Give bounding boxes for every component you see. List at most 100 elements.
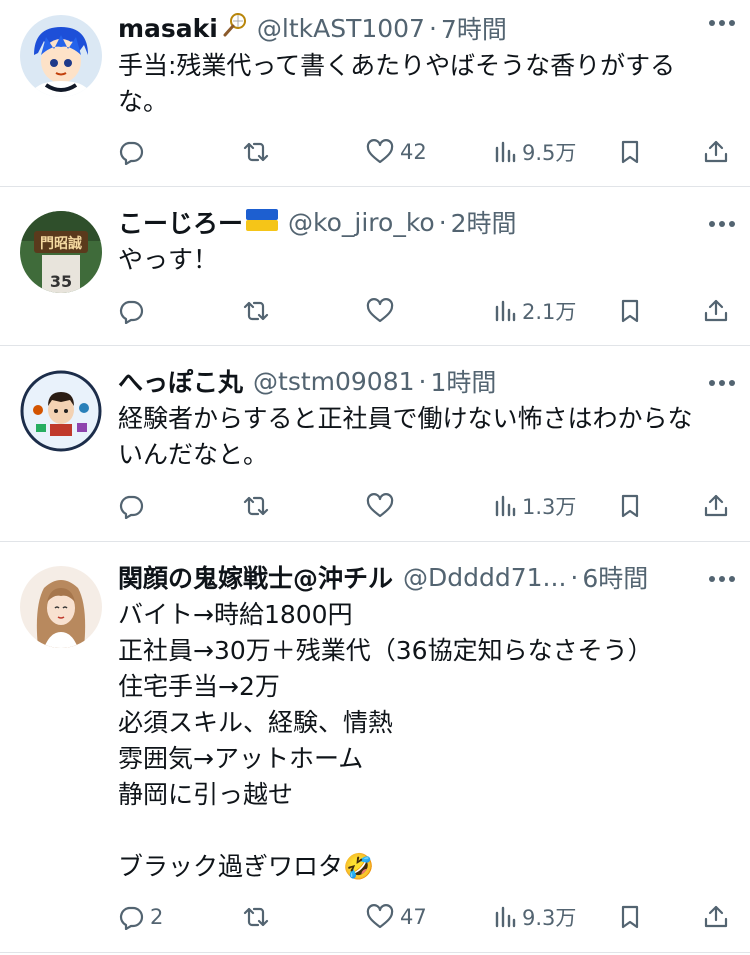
user-handle[interactable]: @tstm09081: [253, 367, 415, 396]
badminton-racket-icon: [221, 12, 247, 44]
analytics-icon: [495, 495, 516, 517]
display-name[interactable]: 関顔の鬼嫁戦士@沖チル: [118, 559, 393, 595]
bookmark-icon: [621, 905, 639, 929]
share-button[interactable]: [703, 486, 729, 526]
separator-dot: ·: [418, 366, 427, 396]
tweet[interactable]: 門昭誠 35 こーじろー @ko_jiro_ko · 2時間 やっす！ 2.1万: [0, 187, 750, 346]
retweet-button[interactable]: [242, 897, 276, 937]
retweet-icon: [243, 142, 269, 162]
timestamp[interactable]: 7時間: [441, 10, 507, 46]
tweet-actions: 1.3万: [0, 486, 750, 526]
like-button[interactable]: 42: [366, 132, 427, 172]
display-name[interactable]: masaki: [118, 14, 218, 43]
heart-icon: [366, 904, 394, 929]
share-button[interactable]: [703, 897, 729, 937]
view-count: 9.3万: [522, 906, 577, 930]
share-icon: [704, 299, 728, 322]
like-count: 42: [400, 140, 427, 164]
tweet-content: masaki @ltkAST1007 · 7時間 手当:残業代って書くあたりやば…: [118, 8, 735, 120]
views-button[interactable]: 1.3万: [494, 486, 576, 526]
retweet-button[interactable]: [242, 132, 276, 172]
views-button[interactable]: 9.3万: [494, 897, 576, 937]
tweet-content: 関顔の鬼嫁戦士@沖チル @Ddddd71... · 6時間 バイト→時給1800…: [118, 557, 735, 885]
avatar[interactable]: 門昭誠 35: [20, 211, 102, 293]
timestamp[interactable]: 6時間: [582, 559, 648, 595]
like-count: 47: [400, 905, 427, 929]
more-options-button[interactable]: [702, 564, 742, 594]
reply-icon: [119, 300, 144, 324]
reply-button[interactable]: [118, 291, 150, 331]
share-button[interactable]: [703, 132, 729, 172]
more-icon: [709, 380, 735, 386]
bookmark-button[interactable]: [619, 486, 641, 526]
analytics-icon: [495, 906, 516, 928]
views-button[interactable]: 9.5万: [494, 132, 576, 172]
user-handle[interactable]: @ko_jiro_ko: [288, 208, 435, 237]
heart-icon: [366, 298, 394, 323]
bookmark-button[interactable]: [619, 897, 641, 937]
bookmark-icon: [621, 494, 639, 518]
separator-dot: ·: [438, 207, 447, 237]
reply-button[interactable]: [118, 486, 150, 526]
tweet-actions: 2 47 9.3万: [0, 897, 750, 937]
display-name[interactable]: こーじろー: [118, 204, 243, 240]
more-options-button[interactable]: [702, 368, 742, 398]
like-button[interactable]: 47: [366, 897, 427, 937]
retweet-button[interactable]: [242, 291, 276, 331]
like-button[interactable]: [366, 486, 400, 526]
tweet[interactable]: 関顔の鬼嫁戦士@沖チル @Ddddd71... · 6時間 バイト→時給1800…: [0, 542, 750, 953]
avatar[interactable]: [20, 566, 102, 648]
view-count: 1.3万: [522, 495, 577, 519]
tweet-content: へっぽこ丸 @tstm09081 · 1時間 経験者からすると正社員で働けない怖…: [118, 361, 735, 473]
bookmark-icon: [621, 299, 639, 323]
analytics-icon: [495, 141, 516, 163]
heart-icon: [366, 139, 394, 164]
retweet-icon: [243, 907, 269, 927]
timestamp[interactable]: 1時間: [430, 363, 496, 399]
tweet-header: masaki @ltkAST1007 · 7時間: [118, 8, 735, 48]
timestamp[interactable]: 2時間: [451, 204, 517, 240]
more-icon: [709, 576, 735, 582]
more-options-button[interactable]: [702, 8, 742, 38]
svg-text:門昭誠: 門昭誠: [40, 235, 82, 252]
avatar[interactable]: [20, 370, 102, 452]
tweet[interactable]: masaki @ltkAST1007 · 7時間 手当:残業代って書くあたりやば…: [0, 0, 750, 187]
svg-text:35: 35: [50, 272, 72, 291]
bookmark-button[interactable]: [619, 291, 641, 331]
reply-count: 2: [150, 905, 164, 929]
reply-icon: [119, 906, 144, 930]
reply-icon: [119, 495, 144, 519]
tweet-header: こーじろー @ko_jiro_ko · 2時間: [118, 202, 735, 242]
tweet-actions: 42 9.5万: [0, 132, 750, 172]
retweet-icon: [243, 301, 269, 321]
share-icon: [704, 140, 728, 163]
view-count: 9.5万: [522, 141, 577, 165]
tweet-text: 経験者からすると正社員で働けない怖さはわからな いんだなと。: [118, 404, 693, 469]
retweet-icon: [243, 496, 269, 516]
views-button[interactable]: 2.1万: [494, 291, 576, 331]
user-handle[interactable]: @Ddddd71...: [403, 563, 566, 592]
reply-button[interactable]: [118, 132, 150, 172]
separator-dot: ·: [428, 13, 437, 43]
avatar[interactable]: [20, 15, 102, 97]
share-icon: [704, 494, 728, 517]
more-options-button[interactable]: [702, 209, 742, 239]
heart-icon: [366, 493, 394, 518]
tweet-actions: 2.1万: [0, 291, 750, 331]
share-button[interactable]: [703, 291, 729, 331]
reply-icon: [119, 141, 144, 165]
reply-button[interactable]: 2: [118, 897, 163, 937]
tweet-text: 手当:残業代って書くあたりやばそうな香りがする な。: [118, 51, 676, 116]
bookmark-icon: [621, 140, 639, 164]
bookmark-button[interactable]: [619, 132, 641, 172]
tweet-header: へっぽこ丸 @tstm09081 · 1時間: [118, 361, 735, 401]
like-button[interactable]: [366, 291, 400, 331]
separator-dot: ·: [570, 562, 579, 592]
retweet-button[interactable]: [242, 486, 276, 526]
user-handle[interactable]: @ltkAST1007: [257, 14, 425, 43]
display-name[interactable]: へっぽこ丸: [118, 363, 243, 399]
tweet[interactable]: へっぽこ丸 @tstm09081 · 1時間 経験者からすると正社員で働けない怖…: [0, 346, 750, 542]
share-icon: [704, 905, 728, 928]
tweet-header: 関顔の鬼嫁戦士@沖チル @Ddddd71... · 6時間: [118, 557, 735, 597]
tweet-text: やっす！: [118, 245, 219, 274]
